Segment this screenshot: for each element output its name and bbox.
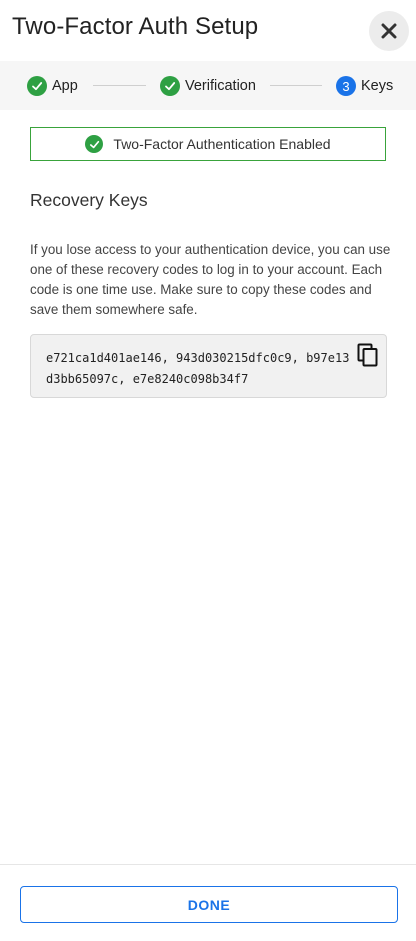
done-button[interactable]: DONE [20, 886, 398, 923]
page-title: Two-Factor Auth Setup [12, 13, 259, 40]
close-icon [381, 23, 397, 39]
step-verification-label: Verification [185, 78, 256, 94]
check-icon [85, 135, 104, 153]
copy-button[interactable] [357, 343, 379, 367]
recovery-keys-description: If you lose access to your authenticatio… [30, 242, 391, 317]
step-verification-check-icon [160, 76, 180, 96]
step-verification: Verification [160, 75, 256, 97]
recovery-codes-box: e721ca1d401ae146, 943d030215dfc0c9, b97e… [30, 334, 387, 398]
step-keys-label: Keys [361, 78, 394, 94]
copy-icon [357, 343, 378, 367]
two-factor-setup-panel: Two-Factor Auth Setup App Verification 3… [0, 0, 416, 941]
close-button[interactable] [369, 11, 409, 51]
step-connector [270, 85, 322, 86]
footer: DONE [0, 864, 416, 941]
stepper: App Verification 3 Keys [0, 61, 416, 110]
recovery-codes-text[interactable]: e721ca1d401ae146, 943d030215dfc0c9, b97e… [46, 348, 351, 390]
step-connector [93, 85, 146, 86]
recovery-keys-title: Recovery Keys [30, 190, 148, 210]
step-app: App [27, 75, 78, 97]
step-app-check-icon [27, 76, 47, 96]
step-keys: 3 Keys [336, 75, 393, 97]
step-app-label: App [52, 78, 78, 94]
success-banner-text: Two-Factor Authentication Enabled [113, 136, 331, 152]
header: Two-Factor Auth Setup [0, 0, 416, 61]
success-banner: Two-Factor Authentication Enabled [30, 127, 386, 161]
step-keys-number: 3 [336, 76, 356, 96]
